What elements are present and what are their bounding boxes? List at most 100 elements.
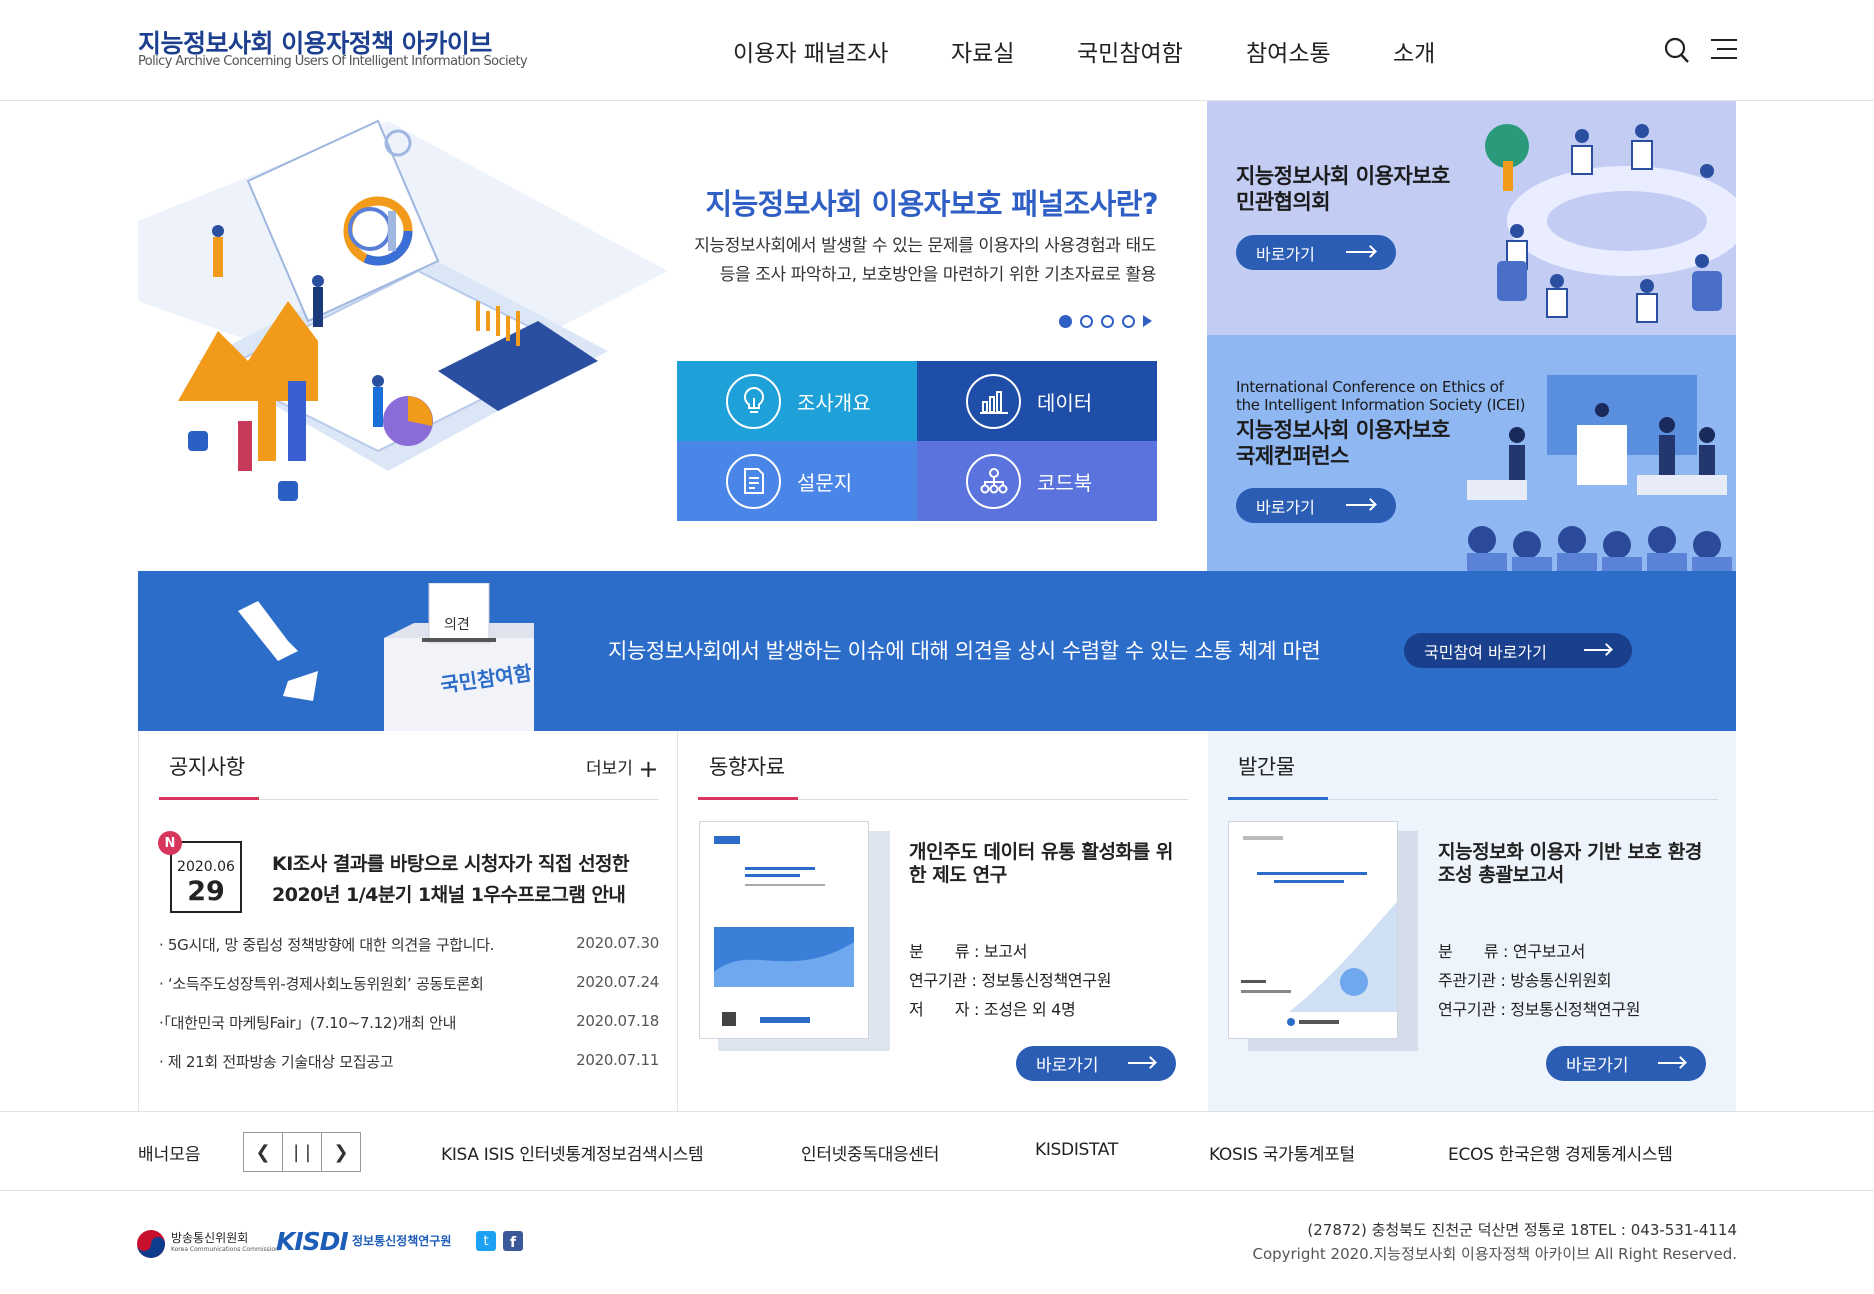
slide-dot-3[interactable]	[1101, 314, 1114, 328]
heading-underline	[159, 797, 259, 800]
featured-notice-line1[interactable]: KI조사 결과를 바탕으로 시청자가 직접 선정한	[272, 849, 630, 876]
featured-date-month: 2020.06	[177, 859, 235, 875]
kisdi-logo: KISDI	[276, 1227, 349, 1256]
more-label: 더보기	[586, 759, 633, 779]
button-label: 국민참여 바로가기	[1424, 642, 1547, 662]
public-participation-button[interactable]: 국민참여 바로가기	[1404, 633, 1632, 668]
meeting-illustration	[1485, 124, 1736, 323]
twitter-icon[interactable]: t	[476, 1231, 496, 1251]
tile-label: 설문지	[797, 470, 853, 495]
meta-value: 연구보고서	[1512, 942, 1586, 961]
chevron-left-icon[interactable]: ❮	[244, 1133, 283, 1171]
button-label: 바로가기	[1566, 1056, 1629, 1076]
menu-icon[interactable]	[1711, 38, 1737, 60]
search-icon[interactable]	[1664, 37, 1690, 65]
nav-public-box[interactable]: 국민참여함	[1077, 34, 1183, 68]
banner-controls: ❮ | | ❯	[243, 1132, 361, 1172]
meta-label: 연구기관 :	[1438, 1000, 1511, 1019]
featured-notice-line2[interactable]: 2020년 1/4분기 1채널 1우수프로그램 안내	[272, 880, 626, 907]
title-line1: 개인주도 데이터 유통 활성화를 위	[909, 841, 1173, 863]
trends-meta-author: 저 자 : 조성은 외 4명	[909, 996, 1076, 1020]
arrow-right-icon	[1346, 504, 1374, 506]
slide-dot-1[interactable]	[1059, 314, 1072, 328]
council-go-button[interactable]: 바로가기	[1236, 235, 1396, 270]
kisdi-korean-name: 정보통신정책연구원	[352, 1234, 452, 1248]
featured-date-box: 2020.06 29	[170, 841, 242, 913]
nav-panel-survey[interactable]: 이용자 패널조사	[733, 34, 888, 68]
slide-pager	[1059, 314, 1152, 328]
title-line1: 지능정보화 이용자 기반 보호 환경	[1438, 841, 1702, 863]
nav-about[interactable]: 소개	[1393, 34, 1435, 68]
banner-link-ecos[interactable]: ECOS 한국은행 경제통계시스템	[1448, 1140, 1673, 1165]
kcc-name: 방송통신위원회	[171, 1231, 249, 1245]
lightbulb-icon	[726, 373, 781, 429]
document-icon	[726, 453, 781, 509]
chevron-right-icon[interactable]: ❯	[322, 1133, 360, 1171]
site-header: 지능정보사회 이용자정책 아카이브 Policy Archive Concern…	[0, 0, 1874, 101]
meta-value: 보고서	[983, 942, 1028, 961]
notice-row[interactable]: ·「대한민국 마케팅Fair」(7.10~7.12)개최 안내 2020.07.1…	[159, 1012, 659, 1033]
button-label: 바로가기	[1036, 1056, 1099, 1076]
page: 지능정보사회 이용자정책 아카이브 Policy Archive Concern…	[0, 0, 1874, 1294]
trends-heading: 동향자료	[709, 755, 785, 779]
ballot-label: 의견	[444, 617, 470, 633]
slide-dot-2[interactable]	[1080, 314, 1093, 328]
banner-link-kisdistat[interactable]: KISDISTAT	[1035, 1140, 1118, 1160]
notice-row[interactable]: · 제 21회 전파방송 기술대상 모집공고 2020.07.11	[159, 1051, 659, 1072]
notice-title: · 제 21회 전파방송 기술대상 모집공고	[159, 1053, 394, 1071]
arrow-right-icon	[1584, 649, 1610, 651]
footer-address: (27872) 충청북도 진천군 덕산면 정통로 18TEL : 043-531…	[1307, 1221, 1737, 1239]
meta-value: 방송통신위원회	[1510, 971, 1612, 990]
heading-underline	[698, 797, 798, 800]
heading-underline	[1228, 797, 1328, 800]
site-footer: 방송통신위원회 Korea Communications Commission …	[0, 1191, 1874, 1294]
tile-codebook[interactable]: 코드북	[917, 441, 1157, 521]
notice-row[interactable]: · 5G시대, 망 중립성 정책방향에 대한 의견을 구합니다. 2020.07.…	[159, 934, 659, 955]
meta-value: 정보통신정책연구원	[1510, 1000, 1641, 1019]
tile-questionnaire[interactable]: 설문지	[677, 441, 917, 521]
pause-icon[interactable]: | |	[283, 1133, 322, 1171]
notice-column: 공지사항 더보기 + 2020.06 29 N KI조사 결과를 바탕으로 시청…	[138, 731, 677, 1111]
nav-archive[interactable]: 자료실	[951, 34, 1014, 68]
trends-meta-institute: 연구기관 : 정보통신정책연구원	[909, 967, 1111, 991]
notice-title: · 5G시대, 망 중립성 정책방향에 대한 의견을 구합니다.	[159, 936, 495, 954]
banner-link-kosis[interactable]: KOSIS 국가통계포털	[1209, 1140, 1355, 1165]
notice-row[interactable]: · ‘소득주도성장특위-경제사회노동위원회’ 공동토론회 2020.07.24	[159, 973, 659, 994]
tile-data[interactable]: 데이터	[917, 361, 1157, 441]
tile-survey-overview[interactable]: 조사개요	[677, 361, 917, 441]
kcc-eng: Korea Communications Commission	[171, 1246, 279, 1253]
notice-date: 2020.07.30	[576, 934, 659, 952]
notice-title: ·「대한민국 마케팅Fair」(7.10~7.12)개최 안내	[159, 1014, 457, 1032]
bar-chart-icon	[966, 373, 1021, 429]
banner-link-addiction-center[interactable]: 인터넷중독대응센터	[801, 1140, 939, 1165]
hero-section: 지능정보사회 이용자보호 패널조사란? 지능정보사회에서 발생할 수 있는 문제…	[138, 101, 1208, 571]
publication-title[interactable]: 지능정보화 이용자 기반 보호 환경 조성 총괄보고서	[1438, 841, 1728, 887]
ballot-box-icon	[384, 583, 534, 731]
meta-value: 정보통신정책연구원	[981, 971, 1112, 990]
more-link[interactable]: 더보기 +	[586, 754, 658, 783]
publication-go-button[interactable]: 바로가기	[1546, 1046, 1706, 1081]
featured-date-day: 29	[187, 876, 225, 907]
council-title-line2: 민관협의회	[1236, 190, 1331, 214]
report-cover-image	[1241, 836, 1397, 1026]
play-icon[interactable]	[1143, 315, 1152, 327]
nav-communication[interactable]: 참여소통	[1246, 34, 1331, 68]
slide-dot-4[interactable]	[1122, 314, 1135, 328]
meta-label: 분 류 :	[1438, 942, 1513, 961]
banner-link-kisa[interactable]: KISA ISIS 인터넷통계정보검색시스템	[441, 1140, 704, 1165]
publication-book-cover[interactable]	[1228, 821, 1398, 1039]
conference-go-button[interactable]: 바로가기	[1236, 488, 1396, 523]
hero-description-line1: 지능정보사회에서 발생할 수 있는 문제를 이용자의 사용경험과 태도	[694, 236, 1156, 256]
trends-meta-category: 분 류 : 보고서	[909, 938, 1027, 962]
trends-book-cover[interactable]	[699, 821, 869, 1039]
trends-go-button[interactable]: 바로가기	[1016, 1046, 1176, 1081]
trends-title[interactable]: 개인주도 데이터 유통 활성화를 위한 제도 연구	[909, 841, 1199, 887]
council-panel: 지능정보사회 이용자보호 민관협의회 바로가기	[1207, 101, 1736, 335]
facebook-icon[interactable]: f	[503, 1231, 523, 1251]
logo-subtitle[interactable]: Policy Archive Concerning Users Of Intel…	[138, 54, 528, 69]
notice-date: 2020.07.18	[576, 1012, 659, 1030]
kcc-emblem-icon	[137, 1230, 165, 1258]
footer-copyright: Copyright 2020.지능정보사회 이용자정책 아카이브 All Rig…	[1252, 1245, 1737, 1263]
arrow-right-icon	[1658, 1062, 1684, 1064]
title-line2: 조성 총괄보고서	[1438, 864, 1564, 886]
